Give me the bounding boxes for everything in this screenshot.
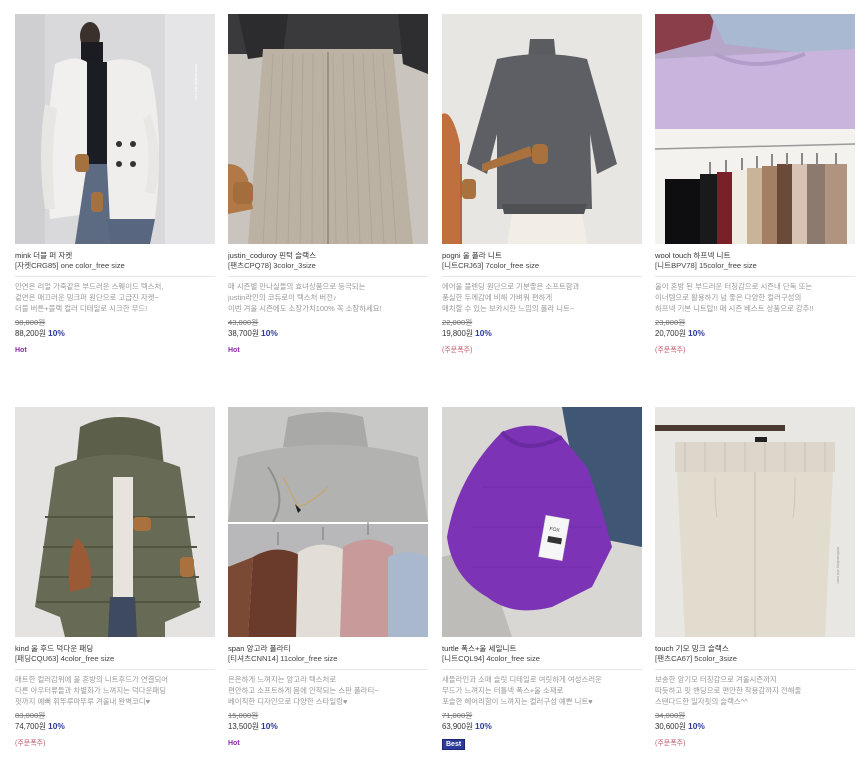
sale-price: 74,700원 (15, 722, 47, 731)
divider (15, 276, 215, 277)
purple-fox-knit-photo: FOX (442, 407, 642, 637)
hot-badge: Hot (228, 740, 240, 747)
product-image-link[interactable]: FOX (442, 407, 642, 637)
product-name[interactable]: kind 울 후드 덕다운 패딩 (15, 644, 215, 654)
sale-price-row: 20,700원 10% (655, 328, 855, 339)
product-image-link[interactable] (228, 14, 428, 244)
sale-price-row: 63,900원 10% (442, 721, 642, 732)
product-code: [패딩CQU63] 4color_free size (15, 654, 115, 663)
sale-price: 38,700원 (228, 329, 260, 338)
divider (655, 669, 855, 670)
product-name[interactable]: mink 더블 퍼 자켓 (15, 251, 215, 261)
original-price: 23,000원 (655, 318, 686, 327)
original-price: 43,000원 (228, 318, 259, 327)
divider (15, 669, 215, 670)
sale-price-row: 74,700원 10% (15, 721, 215, 732)
divider (442, 669, 642, 670)
product-code: [자켓CRG85] one color_free size (15, 261, 125, 270)
order-rush-badge: (주문폭주) (655, 740, 686, 747)
original-price: 15,000원 (228, 711, 259, 720)
product-name[interactable]: span 앙고라 폴라티 (228, 644, 428, 654)
angora-turtleneck-photo (228, 407, 428, 637)
khaki-down-padding-photo (15, 407, 215, 637)
order-rush-badge: (주문폭주) (15, 740, 46, 747)
hot-badge: Hot (15, 347, 27, 354)
sale-price-row: 38,700원 10% (228, 328, 428, 339)
product-code: [니트CQL94] 4color_free size (442, 654, 540, 663)
original-price: 83,000원 (15, 711, 46, 720)
sale-price: 63,900원 (442, 722, 474, 731)
product-image-link[interactable]: mellowdiary dot com (15, 14, 215, 244)
product-description: 매트한 컬러감위에 울 혼방의 니트후드가 연결되어 다른 아우터류들과 차별화… (15, 675, 169, 706)
discount-rate: 10% (475, 328, 492, 338)
product-description: 울이 혼방 된 부드러운 터칭감으로 시즌내 단독 또는 이너템으로 활용하기 … (655, 282, 814, 313)
product-card[interactable]: span 앙고라 폴라티 [티셔츠CNN14] 11color_free siz… (228, 407, 428, 750)
discount-rate: 10% (261, 328, 278, 338)
white-mink-jacket-photo: mellowdiary dot com (15, 14, 215, 244)
product-code: [티셔츠CNN14] 11color_free size (228, 654, 338, 663)
product-image-link[interactable]: mellowdiary dot com (655, 407, 855, 637)
product-image-link[interactable] (442, 14, 642, 244)
product-card[interactable]: mellowdiary dot com mink 더블 퍼 자켓 [자켓CRG8… (15, 14, 215, 357)
product-card[interactable]: pogni 울 폴라 니트 [니트CRJ63] 7color_free size… (442, 14, 642, 357)
order-rush-badge: (주문폭주) (655, 347, 686, 354)
product-card[interactable]: mellowdiary dot com touch 기모 밍크 슬랙스 [팬츠C… (655, 407, 855, 750)
original-price: 71,000원 (442, 711, 473, 720)
discount-rate: 10% (48, 721, 65, 731)
sale-price: 13,500원 (228, 722, 260, 731)
sale-price: 88,200원 (15, 329, 47, 338)
sale-price: 19,800원 (442, 329, 474, 338)
product-name[interactable]: pogni 울 폴라 니트 (442, 251, 642, 261)
product-card[interactable]: justin_coduroy 핀턱 슬랙스 [팬츠CPQ78] 3color_3… (228, 14, 428, 357)
discount-rate: 10% (475, 721, 492, 731)
divider (228, 276, 428, 277)
image-watermark: mellowdiary dot com (194, 64, 199, 101)
product-description: 안연은 리얼 가죽같은 부드러운 스웨이드 텍스처, 겉면은 매끄러운 밍크퍼 … (15, 282, 164, 313)
product-card[interactable]: wool touch 하프넥 니트 [니트BPV78] 15color_free… (655, 14, 855, 357)
product-code: [니트CRJ63] 7color_free size (442, 261, 540, 270)
product-description: 매 시즌별 만나실들의 효녀상품으로 등극되는 justin라인의 코듀로이 텍… (228, 282, 382, 313)
divider (655, 276, 855, 277)
product-code: [팬츠CA67] 5color_3size (655, 654, 737, 663)
original-price: 34,000원 (655, 711, 686, 720)
product-code: [팬츠CPQ78] 3color_3size (228, 261, 316, 270)
corduroy-slacks-photo (228, 14, 428, 244)
product-card[interactable]: FOX turtle 폭스+울 세일니트 [니트CQL94] 4color_fr… (442, 407, 642, 751)
product-image-link[interactable] (15, 407, 215, 637)
product-code: [니트BPV78] 15color_free size (655, 261, 757, 270)
product-description: 은은하게 느껴지는 앙고라 텍스처로 편안하고 소프트하게 몸에 안착되는 스판… (228, 675, 379, 706)
discount-rate: 10% (48, 328, 65, 338)
product-name[interactable]: touch 기모 밍크 슬랙스 (655, 644, 855, 654)
original-price: 98,000원 (15, 318, 46, 327)
original-price: 22,000원 (442, 318, 473, 327)
product-card[interactable]: kind 울 후드 덕다운 패딩 [패딩CQU63] 4color_free s… (15, 407, 215, 750)
product-name[interactable]: wool touch 하프넥 니트 (655, 251, 855, 261)
grey-wool-knit-photo (442, 14, 642, 244)
divider (228, 669, 428, 670)
hot-badge: Hot (228, 347, 240, 354)
image-watermark: mellowdiary dot com (836, 547, 841, 584)
product-image-link[interactable] (655, 14, 855, 244)
sale-price-row: 19,800원 10% (442, 328, 642, 339)
product-description: 새들라인과 소매 슬릿 디테일로 여릿하게 여성스러운 무드가 느껴지는 터틀넥… (442, 675, 602, 706)
sale-price-row: 13,500원 10% (228, 721, 428, 732)
discount-rate: 10% (261, 721, 278, 731)
product-name[interactable]: justin_coduroy 핀턱 슬랙스 (228, 251, 428, 261)
halfneck-knit-colors-photo (655, 14, 855, 244)
sale-price: 30,600원 (655, 722, 687, 731)
product-image-link[interactable] (228, 407, 428, 637)
discount-rate: 10% (688, 721, 705, 731)
discount-rate: 10% (688, 328, 705, 338)
product-name[interactable]: turtle 폭스+울 세일니트 (442, 644, 642, 654)
divider (442, 276, 642, 277)
order-rush-badge: (주문폭주) (442, 347, 473, 354)
best-badge: Best (442, 739, 466, 750)
sale-price-row: 30,600원 10% (655, 721, 855, 732)
product-description: 보송한 앙기모 터칭감으로 겨울시즌까지 따듯하고 핏 밴딩으로 편안한 착용감… (655, 675, 802, 706)
sale-price: 20,700원 (655, 329, 687, 338)
beige-mink-slacks-photo: mellowdiary dot com (655, 407, 855, 637)
sale-price-row: 88,200원 10% (15, 328, 215, 339)
product-description: 에어울 블렌딩 원단으로 기분좋은 소프트함과 풍실한 두께감에 비해 가벼워 … (442, 282, 580, 313)
